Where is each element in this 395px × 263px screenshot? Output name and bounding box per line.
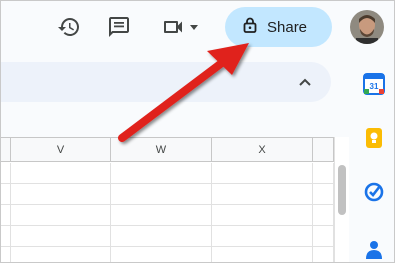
- video-camera-icon[interactable]: [159, 13, 187, 41]
- calendar-icon[interactable]: 31: [363, 73, 385, 95]
- cell[interactable]: [111, 247, 212, 262]
- column-header-x[interactable]: X: [212, 138, 313, 162]
- cell[interactable]: [1, 205, 11, 226]
- cell[interactable]: [11, 163, 111, 184]
- caret-down-icon[interactable]: [185, 13, 203, 41]
- cell[interactable]: [313, 205, 334, 226]
- comment-icon[interactable]: [105, 13, 133, 41]
- cell[interactable]: [111, 226, 212, 247]
- cell[interactable]: [1, 163, 11, 184]
- history-icon[interactable]: [55, 13, 83, 41]
- avatar[interactable]: [350, 10, 384, 44]
- formula-bar[interactable]: [1, 62, 331, 102]
- cell[interactable]: [313, 163, 334, 184]
- cell[interactable]: [212, 226, 313, 247]
- cell[interactable]: [212, 205, 313, 226]
- share-label: Share: [267, 18, 308, 36]
- lock-icon: [243, 17, 257, 38]
- share-button[interactable]: Share: [225, 7, 332, 47]
- cell[interactable]: [313, 184, 334, 205]
- cell[interactable]: [1, 184, 11, 205]
- cell[interactable]: [212, 247, 313, 262]
- side-panel: 31: [349, 53, 394, 262]
- column-header-w[interactable]: W: [111, 138, 212, 162]
- cell[interactable]: [11, 205, 111, 226]
- cell[interactable]: [111, 163, 212, 184]
- top-toolbar: Share: [1, 1, 394, 53]
- cell[interactable]: [212, 163, 313, 184]
- column-header[interactable]: [313, 138, 334, 162]
- keep-icon[interactable]: [363, 127, 385, 149]
- screenshot-frame: Share V W X 31: [0, 0, 395, 263]
- contacts-icon[interactable]: [363, 238, 385, 260]
- cell[interactable]: [11, 226, 111, 247]
- chevron-up-icon[interactable]: [292, 69, 318, 95]
- cell[interactable]: [1, 226, 11, 247]
- spreadsheet-grid: V W X: [1, 137, 349, 262]
- cell[interactable]: [313, 226, 334, 247]
- cell[interactable]: [212, 184, 313, 205]
- column-header-v[interactable]: V: [11, 138, 111, 162]
- cell[interactable]: [11, 184, 111, 205]
- scrollbar-thumb[interactable]: [338, 165, 346, 215]
- column-header[interactable]: [1, 138, 11, 162]
- cell[interactable]: [111, 184, 212, 205]
- cell[interactable]: [111, 205, 212, 226]
- cell[interactable]: [1, 247, 11, 262]
- calendar-day-label: 31: [370, 82, 379, 91]
- cell[interactable]: [11, 247, 111, 262]
- tasks-icon[interactable]: [363, 180, 385, 202]
- cell[interactable]: [313, 247, 334, 262]
